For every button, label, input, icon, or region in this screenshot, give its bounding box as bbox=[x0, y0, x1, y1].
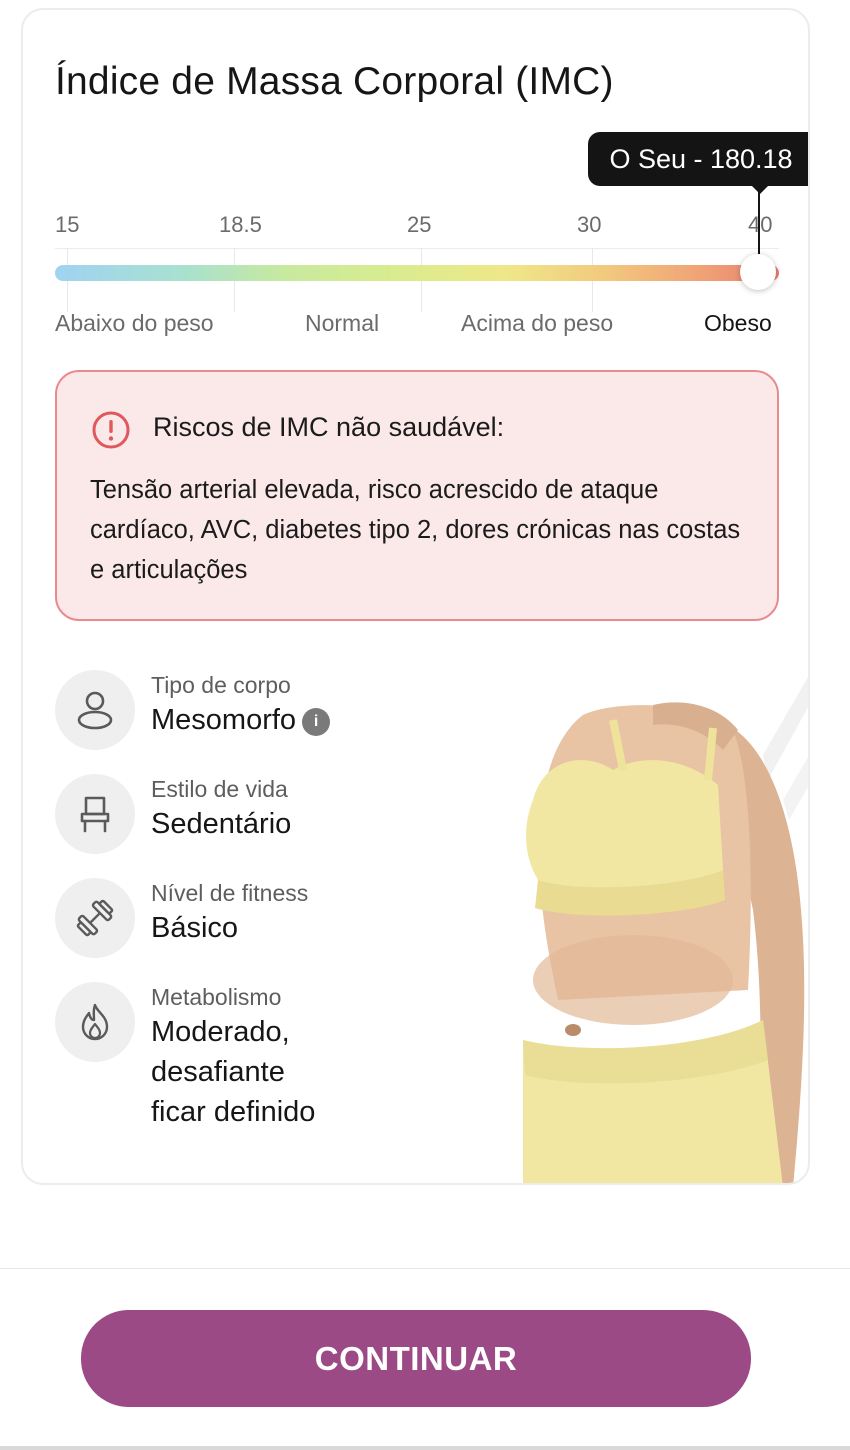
risk-alert-box: Riscos de IMC não saudável: Tensão arter… bbox=[55, 370, 779, 621]
fitness-label: Nível de fitness bbox=[151, 880, 309, 906]
user-icon bbox=[77, 691, 113, 730]
continue-button[interactable]: CONTINUAR bbox=[81, 1310, 751, 1407]
metabolism-label: Metabolismo bbox=[151, 984, 282, 1010]
scale-tick-label: 30 bbox=[577, 212, 602, 237]
metabolism-icon-circle bbox=[55, 982, 135, 1062]
alert-circle-icon bbox=[91, 410, 131, 450]
category-normal: Normal bbox=[305, 310, 380, 336]
category-overweight: Acima do peso bbox=[461, 310, 614, 336]
metabolism-value-line: Moderado, bbox=[151, 1016, 290, 1048]
body-figure-image bbox=[523, 676, 808, 1183]
info-icon[interactable]: i bbox=[302, 708, 331, 736]
scale-baseline bbox=[55, 248, 779, 249]
card-title: Índice de Massa Corporal (IMC) bbox=[55, 60, 614, 103]
bmi-slider-thumb bbox=[740, 254, 776, 290]
fitness-icon-circle bbox=[55, 878, 135, 958]
category-obese: Obeso bbox=[704, 310, 772, 336]
flame-icon bbox=[81, 1003, 109, 1041]
body-type-label: Tipo de corpo bbox=[151, 672, 291, 698]
category-underweight: Abaixo do peso bbox=[55, 310, 214, 336]
scale-tick-label: 25 bbox=[407, 212, 432, 237]
scale-tick-label: 40 bbox=[748, 212, 773, 237]
bottom-edge bbox=[0, 1446, 850, 1450]
lifestyle-label: Estilo de vida bbox=[151, 776, 288, 802]
risk-description: Tensão arterial elevada, risco acrescido… bbox=[90, 476, 741, 584]
bmi-value-tooltip: O Seu - 180.18 bbox=[588, 132, 808, 186]
body-type-value: Mesomorfo bbox=[151, 704, 297, 736]
lifestyle-value: Sedentário bbox=[151, 808, 292, 840]
fitness-value: Básico bbox=[151, 912, 239, 944]
tooltip-arrow bbox=[750, 184, 770, 194]
bmi-gradient-bar bbox=[55, 265, 779, 281]
lifestyle-icon-circle bbox=[55, 774, 135, 854]
bmi-card: Índice de Massa Corporal (IMC) 15 18.5 2… bbox=[21, 8, 810, 1185]
scale-tick-label: 18.5 bbox=[219, 212, 262, 237]
metabolism-value-line: desafiante bbox=[151, 1056, 285, 1088]
dumbbell-icon bbox=[76, 899, 114, 937]
metabolism-value: Moderado, desafiante ficar definido bbox=[151, 1012, 315, 1132]
risk-title: Riscos de IMC não saudável: bbox=[153, 412, 505, 442]
body-type-value-row: Mesomorfo i bbox=[151, 700, 331, 740]
chair-icon bbox=[80, 796, 110, 833]
footer-divider bbox=[0, 1268, 850, 1269]
metabolism-value-line: ficar definido bbox=[151, 1096, 316, 1128]
scale-tick-label: 15 bbox=[55, 212, 80, 237]
body-type-icon-circle bbox=[55, 670, 135, 750]
